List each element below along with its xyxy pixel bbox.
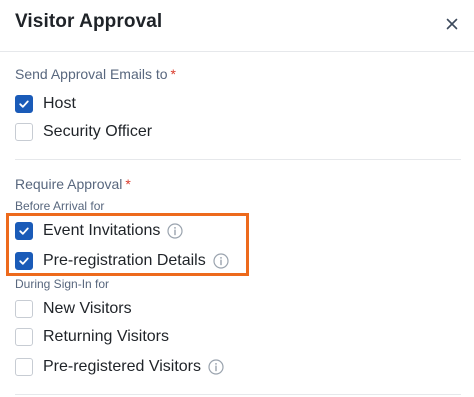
section-divider xyxy=(15,394,461,395)
info-icon[interactable] xyxy=(208,359,224,375)
during-sign-in-label: During Sign-In for xyxy=(15,277,110,291)
checkbox-label: Security Officer xyxy=(43,123,153,140)
checkbox-security-officer[interactable]: Security Officer xyxy=(15,120,152,144)
checkbox-checked[interactable] xyxy=(15,95,33,113)
close-button[interactable] xyxy=(441,13,463,35)
checkbox-label: Returning Visitors xyxy=(43,328,169,345)
close-icon xyxy=(446,18,458,30)
checkbox-unchecked[interactable] xyxy=(15,123,33,141)
checkbox-returning-visitors[interactable]: Returning Visitors xyxy=(15,325,169,349)
checkbox-unchecked[interactable] xyxy=(15,358,33,376)
send-approval-emails-label: Send Approval Emails to * xyxy=(15,66,176,82)
section-divider xyxy=(15,159,461,160)
dialog-title: Visitor Approval xyxy=(15,11,163,32)
checkbox-unchecked[interactable] xyxy=(15,300,33,318)
checkmark-icon xyxy=(19,100,29,108)
checkbox-new-visitors[interactable]: New Visitors xyxy=(15,297,132,321)
required-mark: * xyxy=(170,66,176,82)
checkbox-label: New Visitors xyxy=(43,300,132,317)
checkbox-pre-registered-visitors[interactable]: Pre-registered Visitors xyxy=(15,355,224,379)
checkbox-unchecked[interactable] xyxy=(15,328,33,346)
before-arrival-label: Before Arrival for xyxy=(15,199,105,213)
require-approval-label: Require Approval * xyxy=(15,176,131,192)
checkbox-label: Host xyxy=(43,95,76,112)
required-mark: * xyxy=(125,176,131,192)
visitor-approval-dialog: Visitor Approval Send Approval Emails to… xyxy=(0,0,474,397)
highlight-box xyxy=(6,213,249,276)
checkbox-label: Pre-registered Visitors xyxy=(43,358,201,375)
dialog-header: Visitor Approval xyxy=(0,0,474,52)
checkbox-host[interactable]: Host xyxy=(15,92,76,116)
